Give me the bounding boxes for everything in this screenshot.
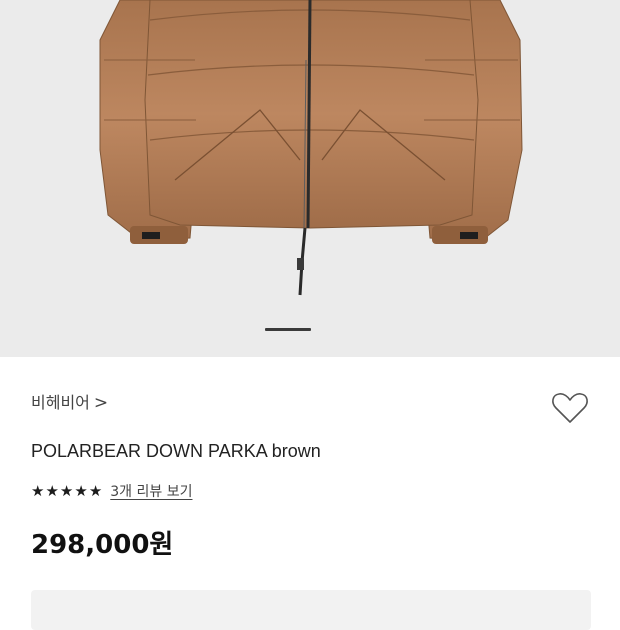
rating-row: ★ ★ ★ ★ ★ 3개 리뷰 보기: [31, 481, 192, 501]
wishlist-button[interactable]: [550, 389, 590, 427]
option-selector[interactable]: [31, 590, 591, 630]
heart-outline-icon: [552, 393, 588, 423]
star-icon: ★: [88, 481, 103, 500]
brand-link[interactable]: 비헤비어 >: [31, 393, 108, 413]
jacket-image: [99, 0, 523, 296]
star-icon: ★: [59, 481, 74, 500]
star-rating: ★ ★ ★ ★ ★: [31, 481, 103, 500]
star-icon: ★: [31, 481, 45, 500]
chevron-right-icon: >: [93, 393, 109, 413]
product-image[interactable]: [0, 0, 620, 357]
star-icon: ★: [45, 481, 59, 500]
star-icon: ★: [74, 481, 88, 500]
carousel-indicator[interactable]: [265, 328, 311, 331]
price-unit: 원: [149, 530, 174, 560]
view-reviews-link[interactable]: 3개 리뷰 보기: [110, 481, 192, 501]
brand-name: 비헤비어: [31, 393, 90, 412]
price-amount: 298,000: [31, 530, 150, 560]
product-price: 298,000원: [31, 529, 173, 561]
product-name: POLARBEAR DOWN PARKA brown: [31, 441, 321, 461]
